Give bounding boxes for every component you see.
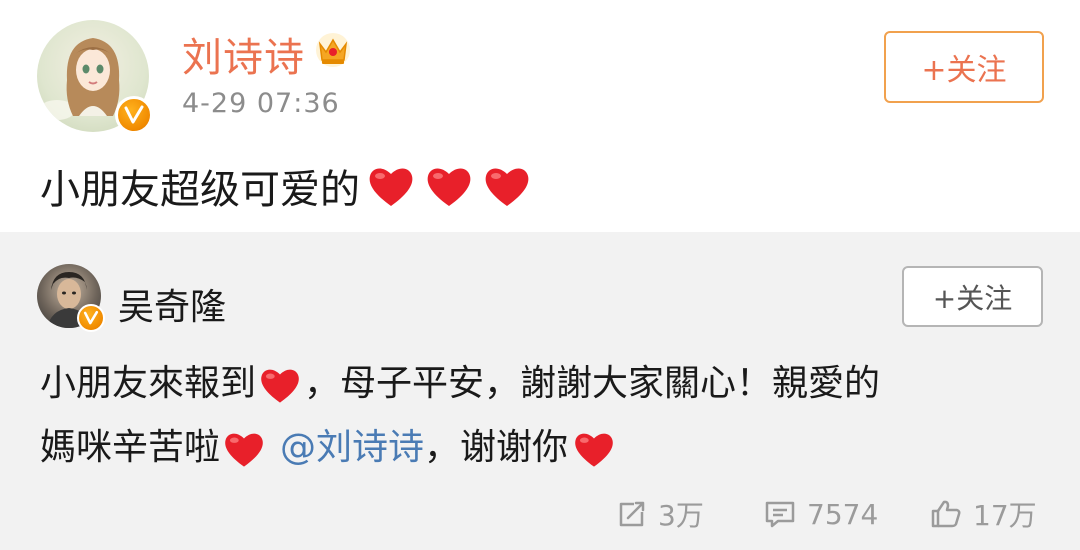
comment-icon <box>765 501 795 528</box>
post-text-content: 小朋友超级可爱的 <box>40 167 360 213</box>
verified-v-icon <box>77 304 105 332</box>
quoted-author-name[interactable]: 吴奇隆 <box>118 278 226 330</box>
quoted-text-part1: 小朋友來報到 <box>40 363 257 404</box>
heart-icon <box>427 168 471 206</box>
repost-action[interactable]: 3万 <box>616 494 704 534</box>
repost-icon <box>619 501 645 527</box>
follow-button-quoted[interactable]: +关注 <box>902 266 1043 327</box>
heart-icon <box>261 369 299 403</box>
quoted-text-part3: 媽咪辛苦啦 <box>40 427 221 468</box>
heart-icon <box>575 433 613 467</box>
like-icon <box>931 500 961 528</box>
like-action[interactable]: 17万 <box>929 494 1037 534</box>
follow-button[interactable]: +关注 <box>884 31 1044 103</box>
post-text: 小朋友超级可爱的 <box>40 157 532 215</box>
action-bar: 7574 <box>763 494 878 534</box>
author-avatar[interactable] <box>37 20 153 134</box>
post-time: 4-29 07:36 <box>182 88 340 119</box>
quoted-text-part2: ，母子平安，謝謝大家關心！親愛的 <box>304 363 881 404</box>
heart-icon <box>485 168 529 206</box>
crown-icon <box>316 33 350 67</box>
quoted-author-avatar[interactable] <box>37 264 105 332</box>
action-bar: 17万 <box>929 494 1037 534</box>
quoted-post-text: 小朋友來報到 ，母子平安，謝謝大家關心！親愛的 媽咪辛苦啦 @刘诗诗，谢谢你 <box>40 352 1050 480</box>
author-name[interactable]: 刘诗诗 <box>182 25 305 83</box>
like-count: 17万 <box>973 499 1037 532</box>
verified-v-icon <box>115 96 153 134</box>
heart-icon <box>225 433 263 467</box>
quoted-text-part4: ，谢谢你 <box>424 427 569 468</box>
comment-action[interactable]: 7574 <box>763 498 878 531</box>
mention-link[interactable]: @刘诗诗 <box>280 427 424 468</box>
heart-icon <box>369 168 413 206</box>
repost-count: 3万 <box>658 499 704 532</box>
action-bar: 3万 <box>616 494 704 534</box>
quoted-post[interactable]: 吴奇隆 +关注 小朋友來報到 ，母子平安，謝謝大家關心！親愛的 媽咪辛苦啦 @刘诗诗… <box>0 232 1080 550</box>
comment-count: 7574 <box>807 497 879 531</box>
weibo-post: 刘诗诗 4-29 07:36 +关注 小朋友超级可爱的 <box>0 0 1080 232</box>
